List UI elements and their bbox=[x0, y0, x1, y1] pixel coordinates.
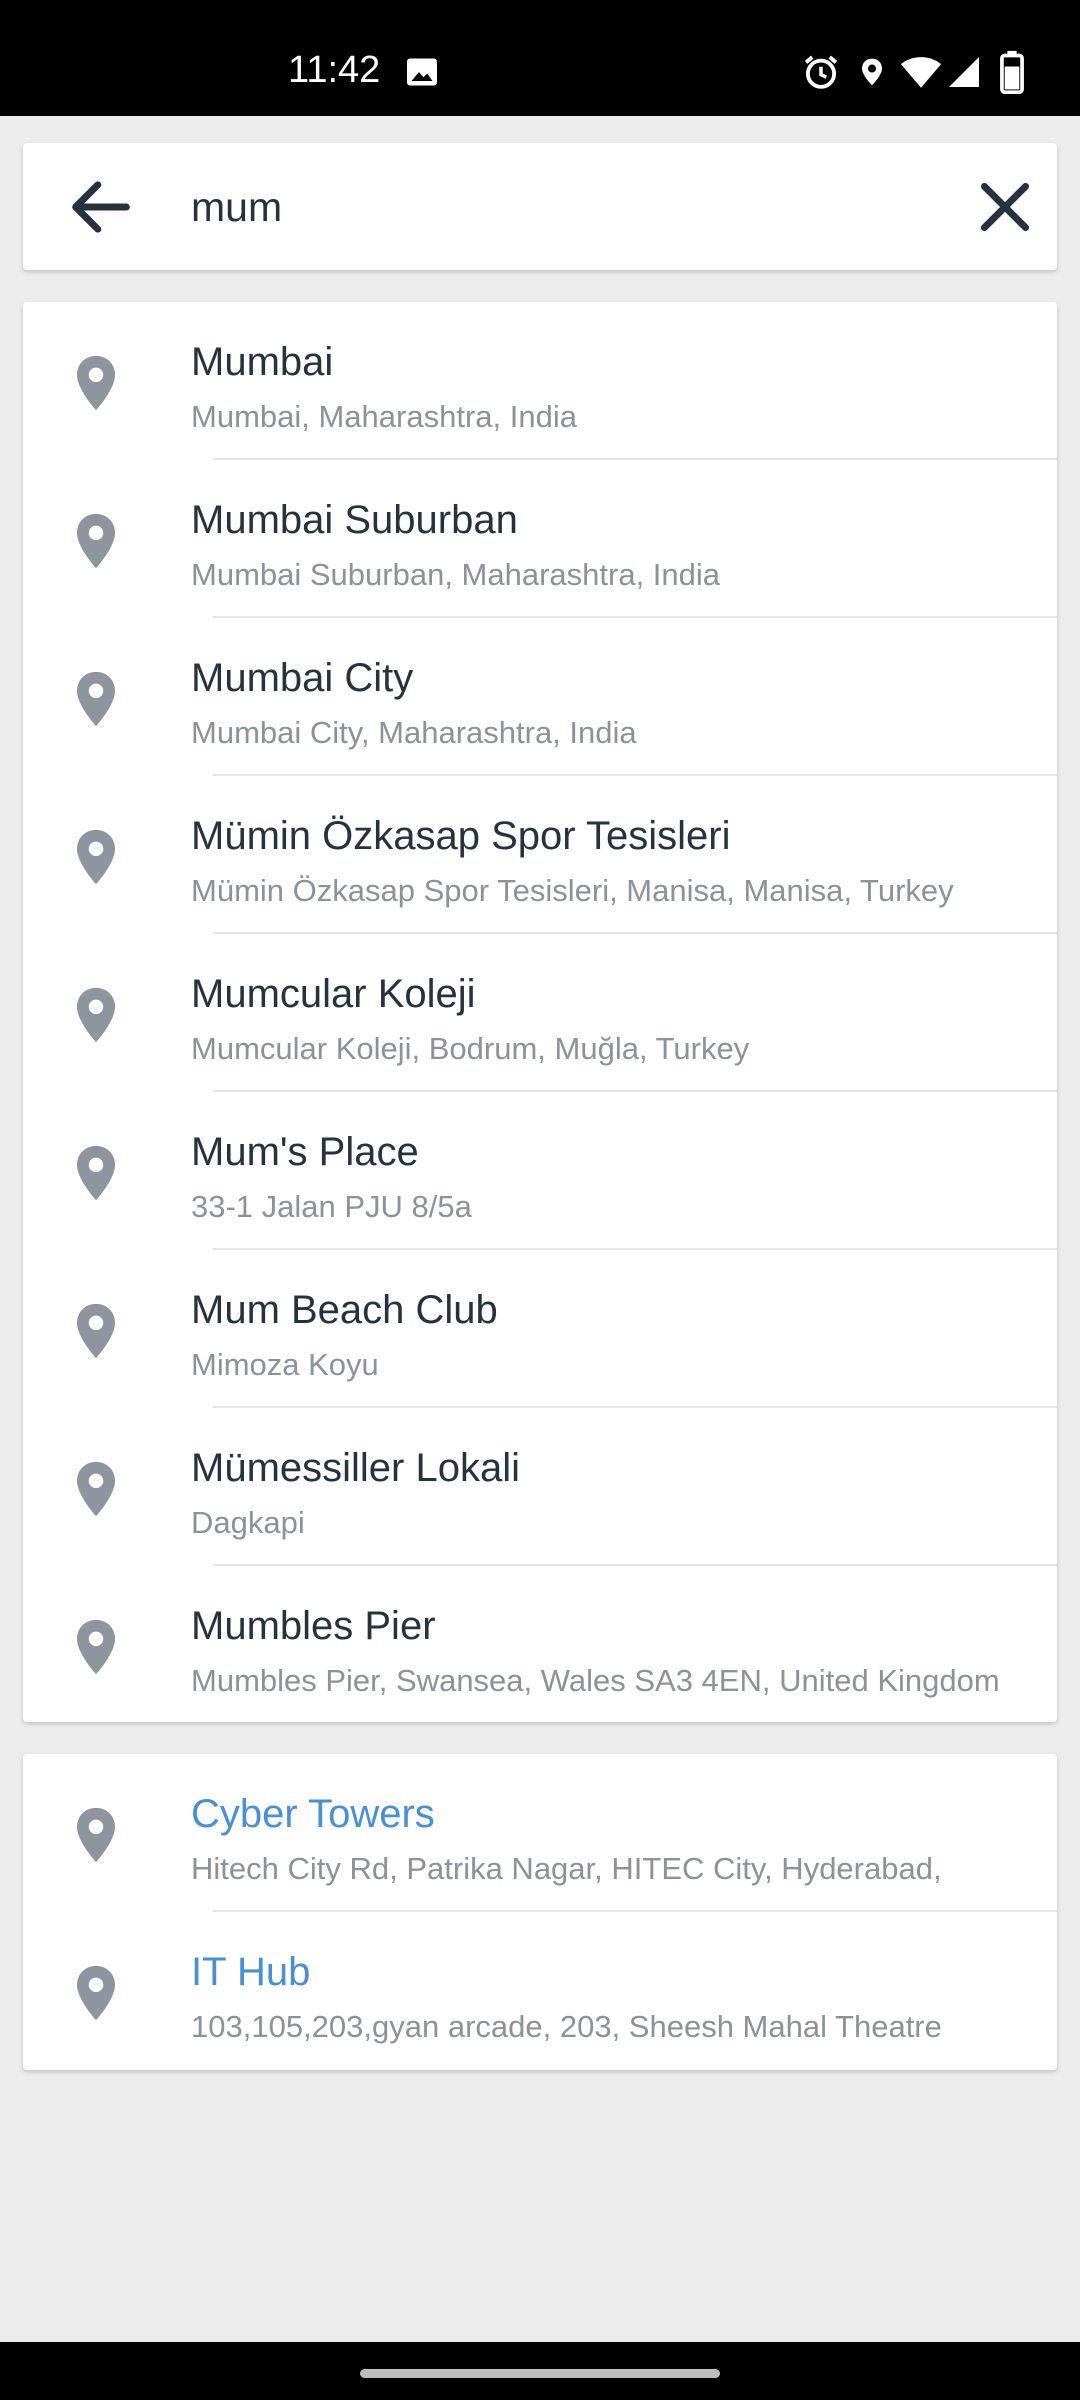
location-pin-icon bbox=[76, 513, 116, 569]
location-pin-icon bbox=[76, 829, 116, 885]
search-bar bbox=[23, 143, 1057, 270]
signal-icon bbox=[949, 57, 979, 87]
list-item[interactable]: Mumbles Pier Mumbles Pier, Swansea, Wale… bbox=[23, 1566, 1057, 1724]
search-results-list: Mumbai Mumbai, Maharashtra, India Mumbai… bbox=[23, 302, 1057, 1722]
result-title: Mumbai Suburban bbox=[191, 498, 518, 542]
recent-subtitle: Hitech City Rd, Patrika Nagar, HITEC Cit… bbox=[191, 1851, 942, 1886]
navigation-bar bbox=[0, 2342, 1080, 2400]
result-title: Mum's Place bbox=[191, 1130, 419, 1174]
recent-subtitle: 103,105,203,gyan arcade, 203, Sheesh Mah… bbox=[191, 2009, 942, 2044]
location-pin-icon bbox=[76, 1145, 116, 1201]
recent-item[interactable]: IT Hub 103,105,203,gyan arcade, 203, She… bbox=[23, 1912, 1057, 2070]
battery-icon bbox=[1000, 50, 1024, 94]
result-subtitle: Mumbai City, Maharashtra, India bbox=[191, 715, 637, 750]
result-title: Mum Beach Club bbox=[191, 1288, 498, 1332]
location-pin-icon bbox=[76, 355, 116, 411]
location-pin-icon bbox=[76, 1461, 116, 1517]
result-subtitle: Mumbai Suburban, Maharashtra, India bbox=[191, 557, 721, 592]
status-time: 11:42 bbox=[288, 49, 381, 91]
list-item[interactable]: Mümin Özkasap Spor Tesisleri Mümin Özkas… bbox=[23, 776, 1057, 934]
result-subtitle: Mumbai, Maharashtra, India bbox=[191, 399, 577, 434]
recent-item[interactable]: Cyber Towers Hitech City Rd, Patrika Nag… bbox=[23, 1754, 1057, 1912]
location-pin-icon bbox=[76, 1807, 116, 1863]
location-pin-icon bbox=[76, 987, 116, 1043]
search-input[interactable] bbox=[191, 173, 931, 241]
result-subtitle: Mumcular Koleji, Bodrum, Muğla, Turkey bbox=[191, 1031, 750, 1066]
location-pin-icon bbox=[76, 1303, 116, 1359]
result-title: Mumbles Pier bbox=[191, 1604, 436, 1648]
list-item[interactable]: Mum Beach Club Mimoza Koyu bbox=[23, 1250, 1057, 1408]
recent-title: IT Hub bbox=[191, 1950, 311, 1994]
result-subtitle: 33-1 Jalan PJU 8/5a bbox=[191, 1189, 472, 1224]
wifi-icon bbox=[900, 57, 942, 88]
close-icon[interactable] bbox=[967, 169, 1043, 245]
alarm-icon bbox=[804, 55, 838, 89]
status-bar: 11:42 bbox=[0, 0, 1080, 116]
result-subtitle: Mumbles Pier, Swansea, Wales SA3 4EN, Un… bbox=[191, 1663, 1000, 1698]
list-item[interactable]: Mumbai City Mumbai City, Maharashtra, In… bbox=[23, 618, 1057, 776]
list-item[interactable]: Mumcular Koleji Mumcular Koleji, Bodrum,… bbox=[23, 934, 1057, 1092]
location-pin-icon bbox=[76, 1965, 116, 2021]
location-icon bbox=[862, 58, 882, 86]
list-item[interactable]: Mumbai Suburban Mumbai Suburban, Maharas… bbox=[23, 460, 1057, 618]
location-pin-icon bbox=[76, 1619, 116, 1675]
list-item[interactable]: Mumbai Mumbai, Maharashtra, India bbox=[23, 302, 1057, 460]
image-icon bbox=[407, 58, 437, 86]
result-title: Mumcular Koleji bbox=[191, 972, 476, 1016]
result-subtitle: Mimoza Koyu bbox=[191, 1347, 379, 1382]
arrow-left-icon[interactable] bbox=[63, 169, 139, 245]
result-title: Mümessiller Lokali bbox=[191, 1446, 520, 1490]
list-item[interactable]: Mümessiller Lokali Dagkapi bbox=[23, 1408, 1057, 1566]
result-title: Mümin Özkasap Spor Tesisleri bbox=[191, 814, 731, 858]
result-title: Mumbai City bbox=[191, 656, 414, 700]
recent-title: Cyber Towers bbox=[191, 1792, 435, 1836]
result-subtitle: Dagkapi bbox=[191, 1505, 305, 1540]
location-pin-icon bbox=[76, 671, 116, 727]
list-item[interactable]: Mum's Place 33-1 Jalan PJU 8/5a bbox=[23, 1092, 1057, 1250]
home-gesture-handle[interactable] bbox=[360, 2369, 720, 2378]
result-title: Mumbai bbox=[191, 340, 334, 384]
recent-places-list: Cyber Towers Hitech City Rd, Patrika Nag… bbox=[23, 1754, 1057, 2070]
result-subtitle: Mümin Özkasap Spor Tesisleri, Manisa, Ma… bbox=[191, 873, 954, 908]
